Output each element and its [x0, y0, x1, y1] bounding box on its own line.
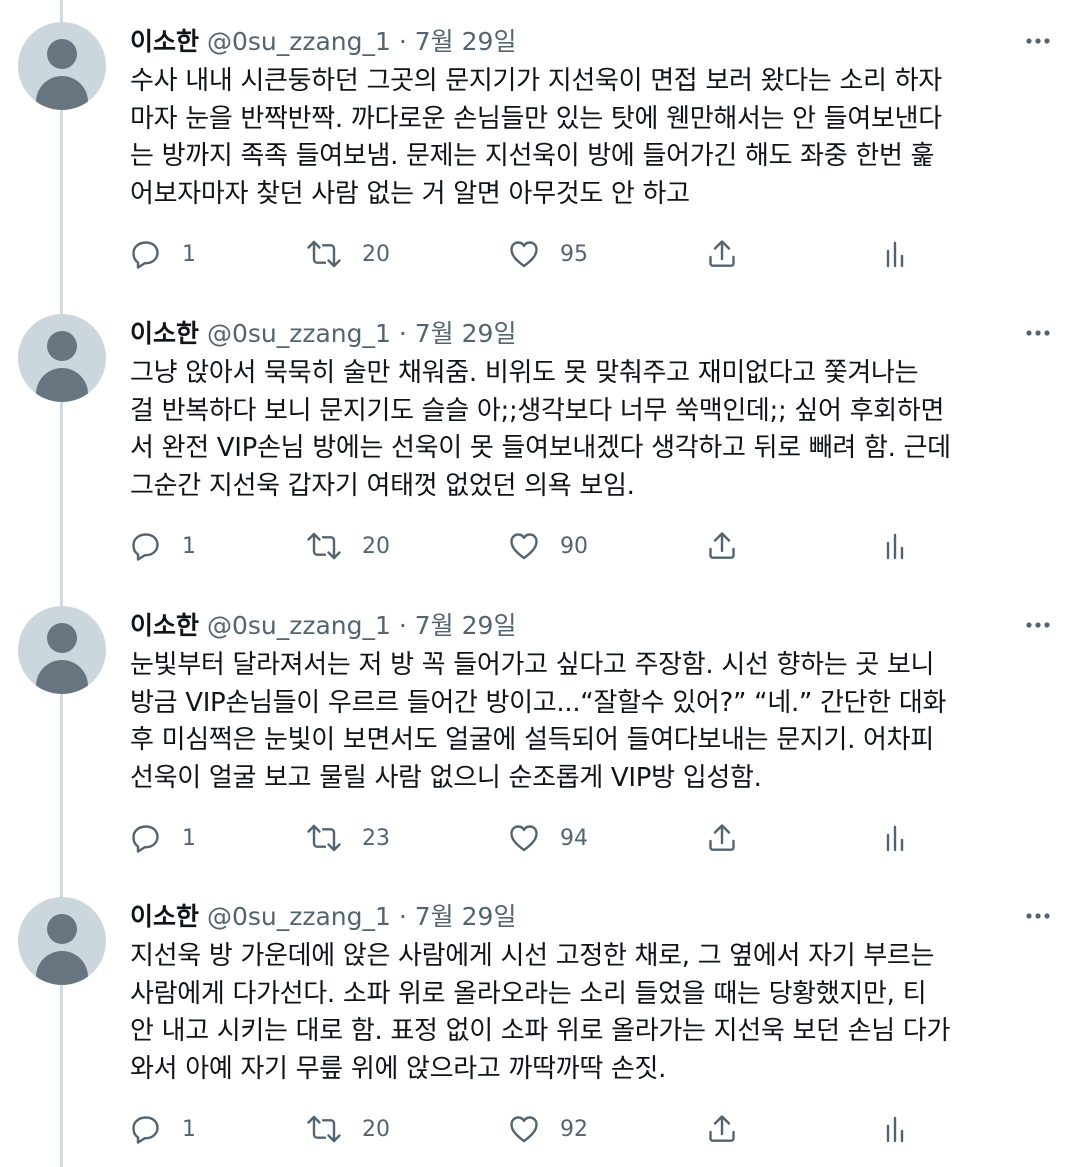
tweet-actions: 1 23 94: [130, 820, 930, 856]
reply-count: 1: [182, 825, 196, 851]
like-count: 90: [560, 533, 588, 559]
reply-icon: [130, 530, 162, 562]
more-icon[interactable]: [1023, 901, 1053, 931]
retweet-button[interactable]: 20: [306, 1111, 390, 1147]
tweet-text: 그냥 앉아서 묵묵히 술만 채워줌. 비위도 못 맞춰주고 재미없다고 쫓겨나는…: [130, 358, 951, 501]
retweet-icon: [306, 1113, 342, 1145]
more-icon[interactable]: [1023, 26, 1053, 56]
like-count: 95: [560, 241, 588, 267]
author-handle[interactable]: @0su_zzang_1: [207, 611, 391, 640]
like-button[interactable]: 90: [508, 528, 588, 564]
reply-button[interactable]: 1: [130, 236, 196, 272]
like-button[interactable]: 94: [508, 820, 588, 856]
share-button[interactable]: [706, 528, 738, 564]
heart-icon: [508, 1113, 540, 1145]
reply-icon: [130, 238, 162, 270]
tweet-date[interactable]: 7월 29일: [415, 319, 517, 348]
reply-icon: [130, 822, 162, 854]
analytics-button[interactable]: [882, 1111, 908, 1147]
more-icon[interactable]: [1023, 610, 1053, 640]
avatar-body-shape: [36, 76, 88, 110]
like-button[interactable]: 95: [508, 236, 588, 272]
analytics-icon: [882, 238, 908, 270]
share-icon: [706, 822, 738, 854]
author-handle[interactable]: @0su_zzang_1: [207, 902, 391, 931]
tweet-header: 이소한 @0su_zzang_1 · 7월 29일: [130, 901, 516, 933]
tweet-header: 이소한 @0su_zzang_1 · 7월 29일: [130, 26, 516, 58]
avatar-head-shape: [47, 914, 77, 944]
avatar[interactable]: [18, 22, 106, 110]
share-icon: [706, 238, 738, 270]
like-count: 94: [560, 825, 588, 851]
like-button[interactable]: 92: [508, 1111, 588, 1147]
tweet-header: 이소한 @0su_zzang_1 · 7월 29일: [130, 610, 516, 642]
tweet-text: 지선욱 방 가운데에 앉은 사람에게 시선 고정한 채로, 그 옆에서 자기 부…: [130, 941, 951, 1084]
avatar-head-shape: [47, 623, 77, 653]
retweet-count: 20: [362, 241, 390, 267]
tweet-actions: 1 20 92: [130, 1111, 930, 1147]
share-button[interactable]: [706, 236, 738, 272]
avatar-head-shape: [47, 331, 77, 361]
reply-count: 1: [182, 1116, 196, 1142]
avatar-body-shape: [36, 368, 88, 402]
separator: ·: [390, 902, 415, 931]
avatar[interactable]: [18, 606, 106, 694]
avatar[interactable]: [18, 314, 106, 402]
retweet-button[interactable]: 20: [306, 236, 390, 272]
share-button[interactable]: [706, 820, 738, 856]
author-name[interactable]: 이소한: [130, 902, 199, 931]
analytics-icon: [882, 1113, 908, 1145]
tweet-date[interactable]: 7월 29일: [415, 611, 517, 640]
tweet-text: 수사 내내 시큰둥하던 그곳의 문지기가 지선욱이 면접 보러 왔다는 소리 하…: [130, 66, 942, 209]
analytics-button[interactable]: [882, 820, 908, 856]
tweet-thread: 이소한 @0su_zzang_1 · 7월 29일 수사 내내 시큰둥하던 그곳…: [0, 0, 1079, 1167]
retweet-icon: [306, 238, 342, 270]
separator: ·: [390, 611, 415, 640]
reply-button[interactable]: 1: [130, 528, 196, 564]
reply-icon: [130, 1113, 162, 1145]
avatar-body-shape: [36, 951, 88, 985]
author-name[interactable]: 이소한: [130, 27, 199, 56]
thread-connector-line: [60, 0, 63, 1167]
more-icon[interactable]: [1023, 318, 1053, 348]
reply-button[interactable]: 1: [130, 1111, 196, 1147]
heart-icon: [508, 530, 540, 562]
retweet-count: 23: [362, 825, 390, 851]
share-button[interactable]: [706, 1111, 738, 1147]
tweet-date[interactable]: 7월 29일: [415, 27, 517, 56]
tweet-actions: 1 20 95: [130, 236, 930, 272]
tweet-header: 이소한 @0su_zzang_1 · 7월 29일: [130, 318, 516, 350]
share-icon: [706, 1113, 738, 1145]
heart-icon: [508, 238, 540, 270]
tweet-actions: 1 20 90: [130, 528, 930, 564]
retweet-count: 20: [362, 533, 390, 559]
avatar[interactable]: [18, 897, 106, 985]
analytics-icon: [882, 530, 908, 562]
avatar-body-shape: [36, 660, 88, 694]
author-handle[interactable]: @0su_zzang_1: [207, 319, 391, 348]
share-icon: [706, 530, 738, 562]
author-name[interactable]: 이소한: [130, 319, 199, 348]
retweet-icon: [306, 530, 342, 562]
heart-icon: [508, 822, 540, 854]
analytics-button[interactable]: [882, 236, 908, 272]
like-count: 92: [560, 1116, 588, 1142]
retweet-button[interactable]: 23: [306, 820, 390, 856]
reply-button[interactable]: 1: [130, 820, 196, 856]
reply-count: 1: [182, 533, 196, 559]
author-name[interactable]: 이소한: [130, 611, 199, 640]
tweet-date[interactable]: 7월 29일: [415, 902, 517, 931]
avatar-head-shape: [47, 39, 77, 69]
analytics-button[interactable]: [882, 528, 908, 564]
retweet-count: 20: [362, 1116, 390, 1142]
retweet-icon: [306, 822, 342, 854]
analytics-icon: [882, 822, 908, 854]
separator: ·: [390, 319, 415, 348]
author-handle[interactable]: @0su_zzang_1: [207, 27, 391, 56]
tweet-text: 눈빛부터 달라져서는 저 방 꼭 들어가고 싶다고 주장함. 시선 향하는 곳 …: [130, 650, 947, 793]
reply-count: 1: [182, 241, 196, 267]
retweet-button[interactable]: 20: [306, 528, 390, 564]
separator: ·: [390, 27, 415, 56]
